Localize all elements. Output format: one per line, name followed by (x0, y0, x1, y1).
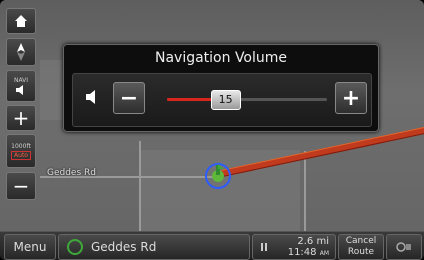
time: 11:48 (287, 247, 317, 258)
cancel-label-line1: Cancel (345, 236, 377, 246)
arrival-time: 11:48 AM (288, 247, 329, 258)
current-street[interactable]: Geddes Rd (58, 234, 250, 260)
road-line (139, 141, 141, 241)
zoom-in-button[interactable]: + (6, 105, 36, 131)
turn-arrow-icon (261, 243, 267, 251)
road-label: Geddes Rd (47, 168, 96, 178)
dialog-title: Navigation Volume (154, 50, 288, 66)
location-marker-icon (67, 239, 83, 255)
auto-label: Auto (11, 150, 31, 160)
volume-slider[interactable]: 15 (167, 90, 327, 110)
volume-down-button[interactable]: − (113, 82, 145, 114)
distance-time-box[interactable]: 2.6 mi 11:48 AM (252, 234, 336, 260)
ampm: AM (319, 250, 329, 257)
distance: 2.6 mi (297, 236, 329, 247)
compass-button[interactable] (6, 38, 36, 66)
cancel-route-button[interactable]: Cancel Route (338, 234, 384, 260)
road-line (304, 151, 306, 241)
street-name: Geddes Rd (91, 240, 157, 254)
route-options-button[interactable] (386, 234, 422, 260)
scale-indicator[interactable]: 1000ft Auto (6, 134, 36, 168)
navi-volume-button[interactable]: NAVI (6, 70, 36, 102)
volume-slider-thumb[interactable]: 15 (210, 90, 241, 110)
cancel-label-line2: Route (347, 247, 375, 257)
zoom-out-button[interactable]: − (6, 172, 36, 200)
speaker-icon (16, 84, 23, 95)
route-options-icon (396, 242, 411, 252)
navigation-volume-dialog: Navigation Volume − 15 + (63, 44, 379, 132)
bottom-bar: Menu Geddes Rd 2.6 mi 11:48 AM Cancel Rou… (0, 231, 424, 260)
dialog-body: − 15 + (72, 73, 372, 127)
speaker-icon (85, 88, 101, 110)
home-icon (15, 15, 27, 27)
menu-button[interactable]: Menu (4, 234, 56, 260)
navigation-screen: Geddes Rd NAVI + 1000ft Auto − Navigatio… (0, 0, 424, 260)
home-button[interactable] (6, 8, 36, 34)
navi-label: NAVI (13, 76, 29, 84)
scale-label: 1000ft (11, 142, 31, 150)
volume-up-button[interactable]: + (335, 82, 367, 114)
compass-icon (17, 43, 25, 61)
current-position-icon (204, 162, 232, 190)
